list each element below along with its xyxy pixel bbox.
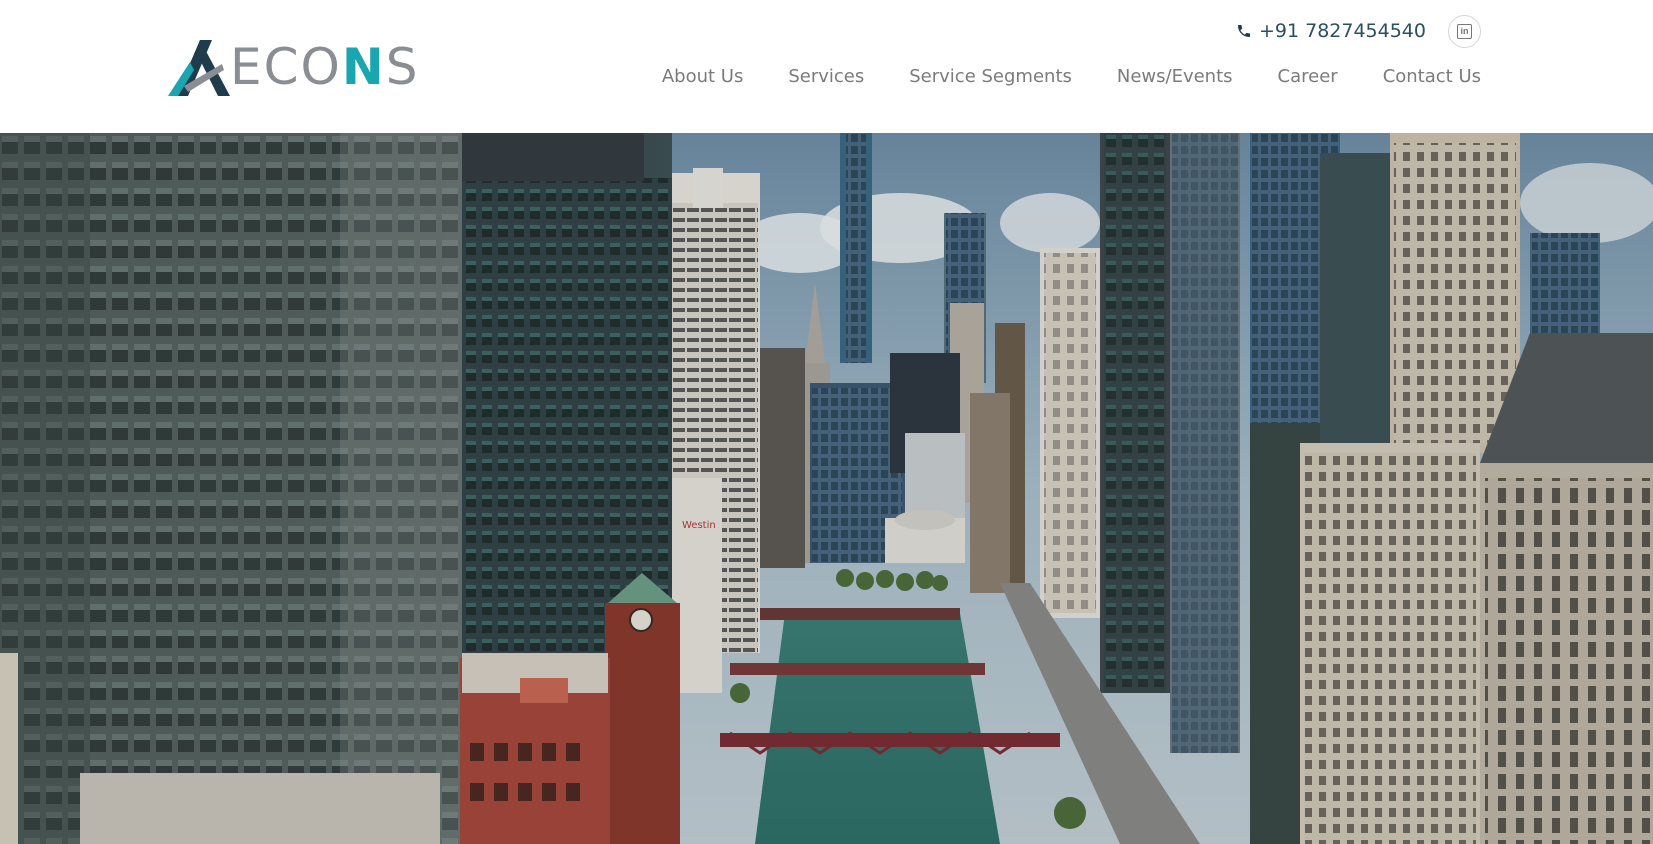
phone-link[interactable]: +91 7827454540 <box>1236 20 1426 42</box>
nav-career[interactable]: Career <box>1278 66 1338 87</box>
company-logo[interactable]: ECONS <box>168 34 438 98</box>
phone-number: +91 7827454540 <box>1258 20 1426 42</box>
main-nav: About Us Services Service Segments News/… <box>617 66 1481 87</box>
linkedin-button[interactable]: in <box>1448 14 1481 48</box>
nav-about-us[interactable]: About Us <box>662 66 744 87</box>
logo-wordmark: ECONS <box>230 38 420 96</box>
phone-icon <box>1237 25 1250 37</box>
site-header: ECONS +91 7827454540 in About Us Service… <box>0 0 1653 133</box>
hero-overlay <box>0 133 1653 844</box>
nav-contact-us[interactable]: Contact Us <box>1383 66 1481 87</box>
nav-news-events[interactable]: News/Events <box>1117 66 1233 87</box>
hero-banner: Westin <box>0 133 1653 844</box>
nav-service-segments[interactable]: Service Segments <box>909 66 1072 87</box>
contact-bar: +91 7827454540 in <box>1236 14 1481 48</box>
linkedin-icon: in <box>1457 23 1472 39</box>
nav-services[interactable]: Services <box>788 66 864 87</box>
logo-mark-icon <box>168 40 230 96</box>
